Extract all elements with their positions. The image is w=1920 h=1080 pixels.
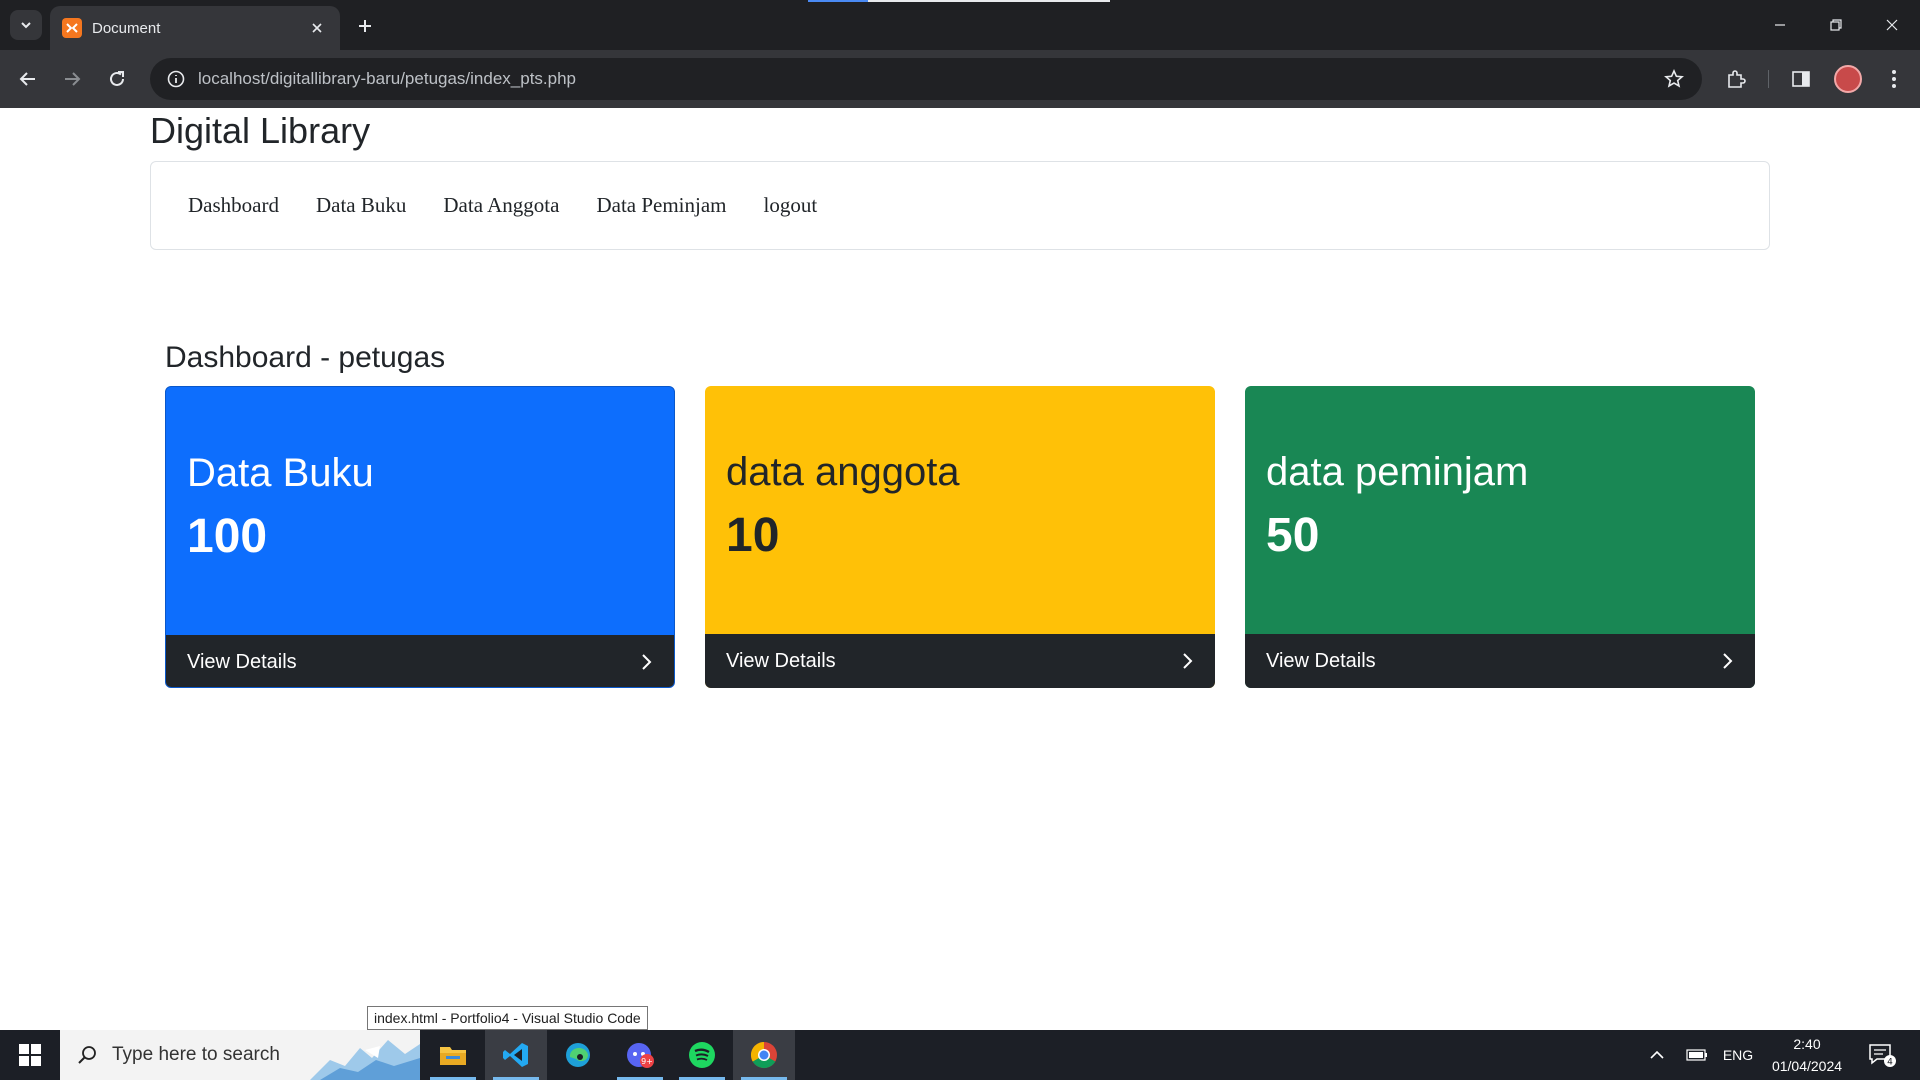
taskbar-app-edge[interactable] bbox=[547, 1030, 609, 1080]
page-title: Digital Library bbox=[150, 110, 371, 151]
search-highlight-art bbox=[310, 1040, 420, 1080]
taskbar-tooltip: index.html - Portfolio4 - Visual Studio … bbox=[367, 1006, 648, 1030]
card-data-anggota: data anggota 10 View Details bbox=[705, 386, 1215, 688]
search-placeholder: Type here to search bbox=[112, 1044, 280, 1065]
edge-icon bbox=[566, 1043, 590, 1067]
taskbar-app-discord[interactable]: 9+ bbox=[609, 1030, 671, 1080]
restore-icon[interactable] bbox=[1808, 0, 1864, 50]
section-title: Dashboard - petugas bbox=[165, 341, 446, 374]
card-value: 100 bbox=[187, 510, 268, 563]
card-title: data anggota bbox=[726, 450, 960, 494]
spotify-icon bbox=[689, 1042, 715, 1068]
address-bar[interactable]: localhost/digitallibrary-baru/petugas/in… bbox=[150, 58, 1702, 100]
discord-icon: 9+ bbox=[627, 1043, 654, 1068]
card-title: Data Buku bbox=[187, 451, 374, 495]
notification-count: 4 bbox=[1887, 1058, 1893, 1068]
card-data-peminjam: data peminjam 50 View Details bbox=[1245, 386, 1755, 688]
notification-center-icon[interactable]: 4 bbox=[1862, 1030, 1902, 1080]
chevron-right-icon bbox=[1723, 653, 1733, 669]
window-controls bbox=[1752, 0, 1920, 50]
chevron-right-icon bbox=[642, 654, 652, 670]
taskbar-search-box[interactable]: Type here to search bbox=[60, 1030, 420, 1080]
taskbar-app-chrome[interactable] bbox=[733, 1030, 795, 1080]
language-text: ENG bbox=[1722, 1047, 1754, 1063]
back-arrow-icon[interactable] bbox=[12, 63, 44, 95]
chevron-right-icon bbox=[1183, 653, 1193, 669]
file-explorer-icon bbox=[440, 1047, 466, 1065]
more-menu-icon[interactable] bbox=[1878, 63, 1910, 95]
card-footer-label: View Details bbox=[726, 649, 836, 672]
search-icon bbox=[78, 1046, 96, 1064]
tab-close-icon[interactable] bbox=[306, 17, 328, 39]
reload-icon[interactable] bbox=[101, 63, 133, 95]
card-footer-label: View Details bbox=[1266, 649, 1376, 672]
nav-link-data-anggota[interactable]: Data Anggota bbox=[443, 193, 559, 218]
taskbar-clock[interactable]: 2:40 01/04/2024 bbox=[1760, 1033, 1854, 1077]
profile-avatar[interactable] bbox=[1834, 65, 1862, 93]
nav-link-data-buku[interactable]: Data Buku bbox=[316, 193, 406, 218]
browser-tab-bar: Document bbox=[0, 0, 1920, 50]
battery-icon[interactable] bbox=[1680, 1030, 1714, 1080]
windows-taskbar: Type here to search 9+ ENG 2:40 01/04/20… bbox=[0, 1030, 1920, 1080]
browser-toolbar: localhost/digitallibrary-baru/petugas/in… bbox=[0, 50, 1920, 108]
nav-link-dashboard[interactable]: Dashboard bbox=[188, 193, 279, 218]
language-indicator[interactable]: ENG bbox=[1718, 1030, 1758, 1080]
minimize-icon[interactable] bbox=[1752, 0, 1808, 50]
side-panel-icon[interactable] bbox=[1785, 63, 1817, 95]
chrome-icon bbox=[750, 1041, 777, 1069]
forward-arrow-icon[interactable] bbox=[56, 63, 88, 95]
card-footer-label: View Details bbox=[187, 650, 297, 673]
taskbar-app-spotify[interactable] bbox=[671, 1030, 733, 1080]
card-data-buku: Data Buku 100 View Details bbox=[165, 386, 675, 688]
show-hidden-icons-chevron-up-icon[interactable] bbox=[1640, 1030, 1674, 1080]
url-text: localhost/digitallibrary-baru/petugas/in… bbox=[198, 69, 577, 88]
view-details-link[interactable]: View Details bbox=[705, 634, 1215, 688]
tab-title: Document bbox=[92, 19, 161, 37]
view-details-link[interactable]: View Details bbox=[1245, 634, 1755, 688]
vscode-icon bbox=[503, 1043, 528, 1067]
chevron-down-icon bbox=[21, 22, 31, 29]
nav-link-data-peminjam[interactable]: Data Peminjam bbox=[596, 193, 726, 218]
clock-date: 01/04/2024 bbox=[1771, 1058, 1843, 1074]
taskbar-app-vscode[interactable] bbox=[485, 1030, 547, 1080]
xampp-favicon-icon bbox=[62, 18, 82, 38]
extensions-puzzle-icon[interactable] bbox=[1720, 63, 1752, 95]
toolbar-separator bbox=[1768, 70, 1769, 88]
card-value: 50 bbox=[1266, 509, 1320, 562]
new-tab-plus-icon[interactable] bbox=[350, 12, 380, 40]
close-window-icon[interactable] bbox=[1864, 0, 1920, 50]
card-value: 10 bbox=[726, 509, 780, 562]
site-info-icon[interactable] bbox=[162, 65, 190, 93]
windows-start-icon[interactable] bbox=[0, 1030, 60, 1080]
nav-link-logout[interactable]: logout bbox=[764, 193, 818, 218]
tab-search-button[interactable] bbox=[10, 10, 42, 40]
browser-tab[interactable]: Document bbox=[50, 6, 340, 50]
bookmark-star-icon[interactable] bbox=[1656, 61, 1692, 97]
view-details-link[interactable]: View Details bbox=[166, 635, 674, 687]
taskbar-app-file-explorer[interactable] bbox=[422, 1030, 484, 1080]
main-navbar: Dashboard Data Buku Data Anggota Data Pe… bbox=[150, 161, 1770, 250]
loading-bar-progress bbox=[808, 0, 868, 2]
card-title: data peminjam bbox=[1266, 450, 1529, 494]
clock-time: 2:40 bbox=[1793, 1036, 1821, 1052]
discord-badge: 9+ bbox=[641, 1057, 653, 1066]
